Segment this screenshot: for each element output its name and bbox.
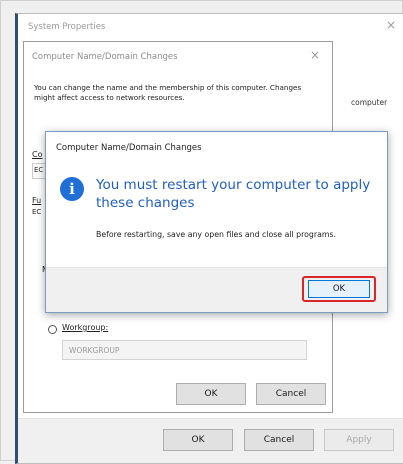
- computer-name-field-value: EC: [34, 166, 44, 174]
- workgroup-input-value: WORKGROUP: [69, 346, 120, 355]
- computer-name-dialog-description: You can change the name and the membersh…: [34, 83, 302, 102]
- computer-name-dialog-title: Computer Name/Domain Changes: [32, 52, 178, 62]
- restart-alert-ok-button[interactable]: OK: [308, 280, 370, 298]
- computer-name-label: Co: [32, 150, 43, 159]
- system-properties-ok-button[interactable]: OK: [163, 429, 233, 451]
- system-properties-close-icon[interactable]: ×: [386, 18, 396, 32]
- workgroup-label: Workgroup:: [62, 323, 109, 332]
- system-properties-side-text: computer: [351, 98, 388, 107]
- computer-name-ok-button[interactable]: OK: [176, 383, 246, 405]
- info-icon: i: [60, 177, 84, 201]
- computer-name-dialog-close-icon[interactable]: ×: [310, 48, 320, 62]
- restart-alert-message: You must restart your computer to apply …: [96, 177, 371, 211]
- full-name-value: EC: [32, 208, 42, 216]
- workgroup-input[interactable]: WORKGROUP: [62, 340, 307, 360]
- system-properties-apply-button: Apply: [324, 429, 394, 451]
- screenshot-frame: System Properties × computer OK Cancel A…: [0, 0, 403, 464]
- full-name-label: Fu: [32, 196, 42, 205]
- system-properties-cancel-button[interactable]: Cancel: [244, 429, 314, 451]
- workgroup-radio-button[interactable]: [48, 325, 57, 334]
- computer-name-cancel-button[interactable]: Cancel: [256, 383, 326, 405]
- system-properties-title: System Properties: [28, 22, 106, 32]
- restart-alert-detail: Before restarting, save any open files a…: [96, 230, 336, 239]
- restart-alert-dialog: Computer Name/Domain Changes i You must …: [45, 131, 388, 313]
- restart-alert-title: Computer Name/Domain Changes: [56, 143, 202, 153]
- system-properties-button-bar: OK Cancel Apply: [18, 418, 403, 463]
